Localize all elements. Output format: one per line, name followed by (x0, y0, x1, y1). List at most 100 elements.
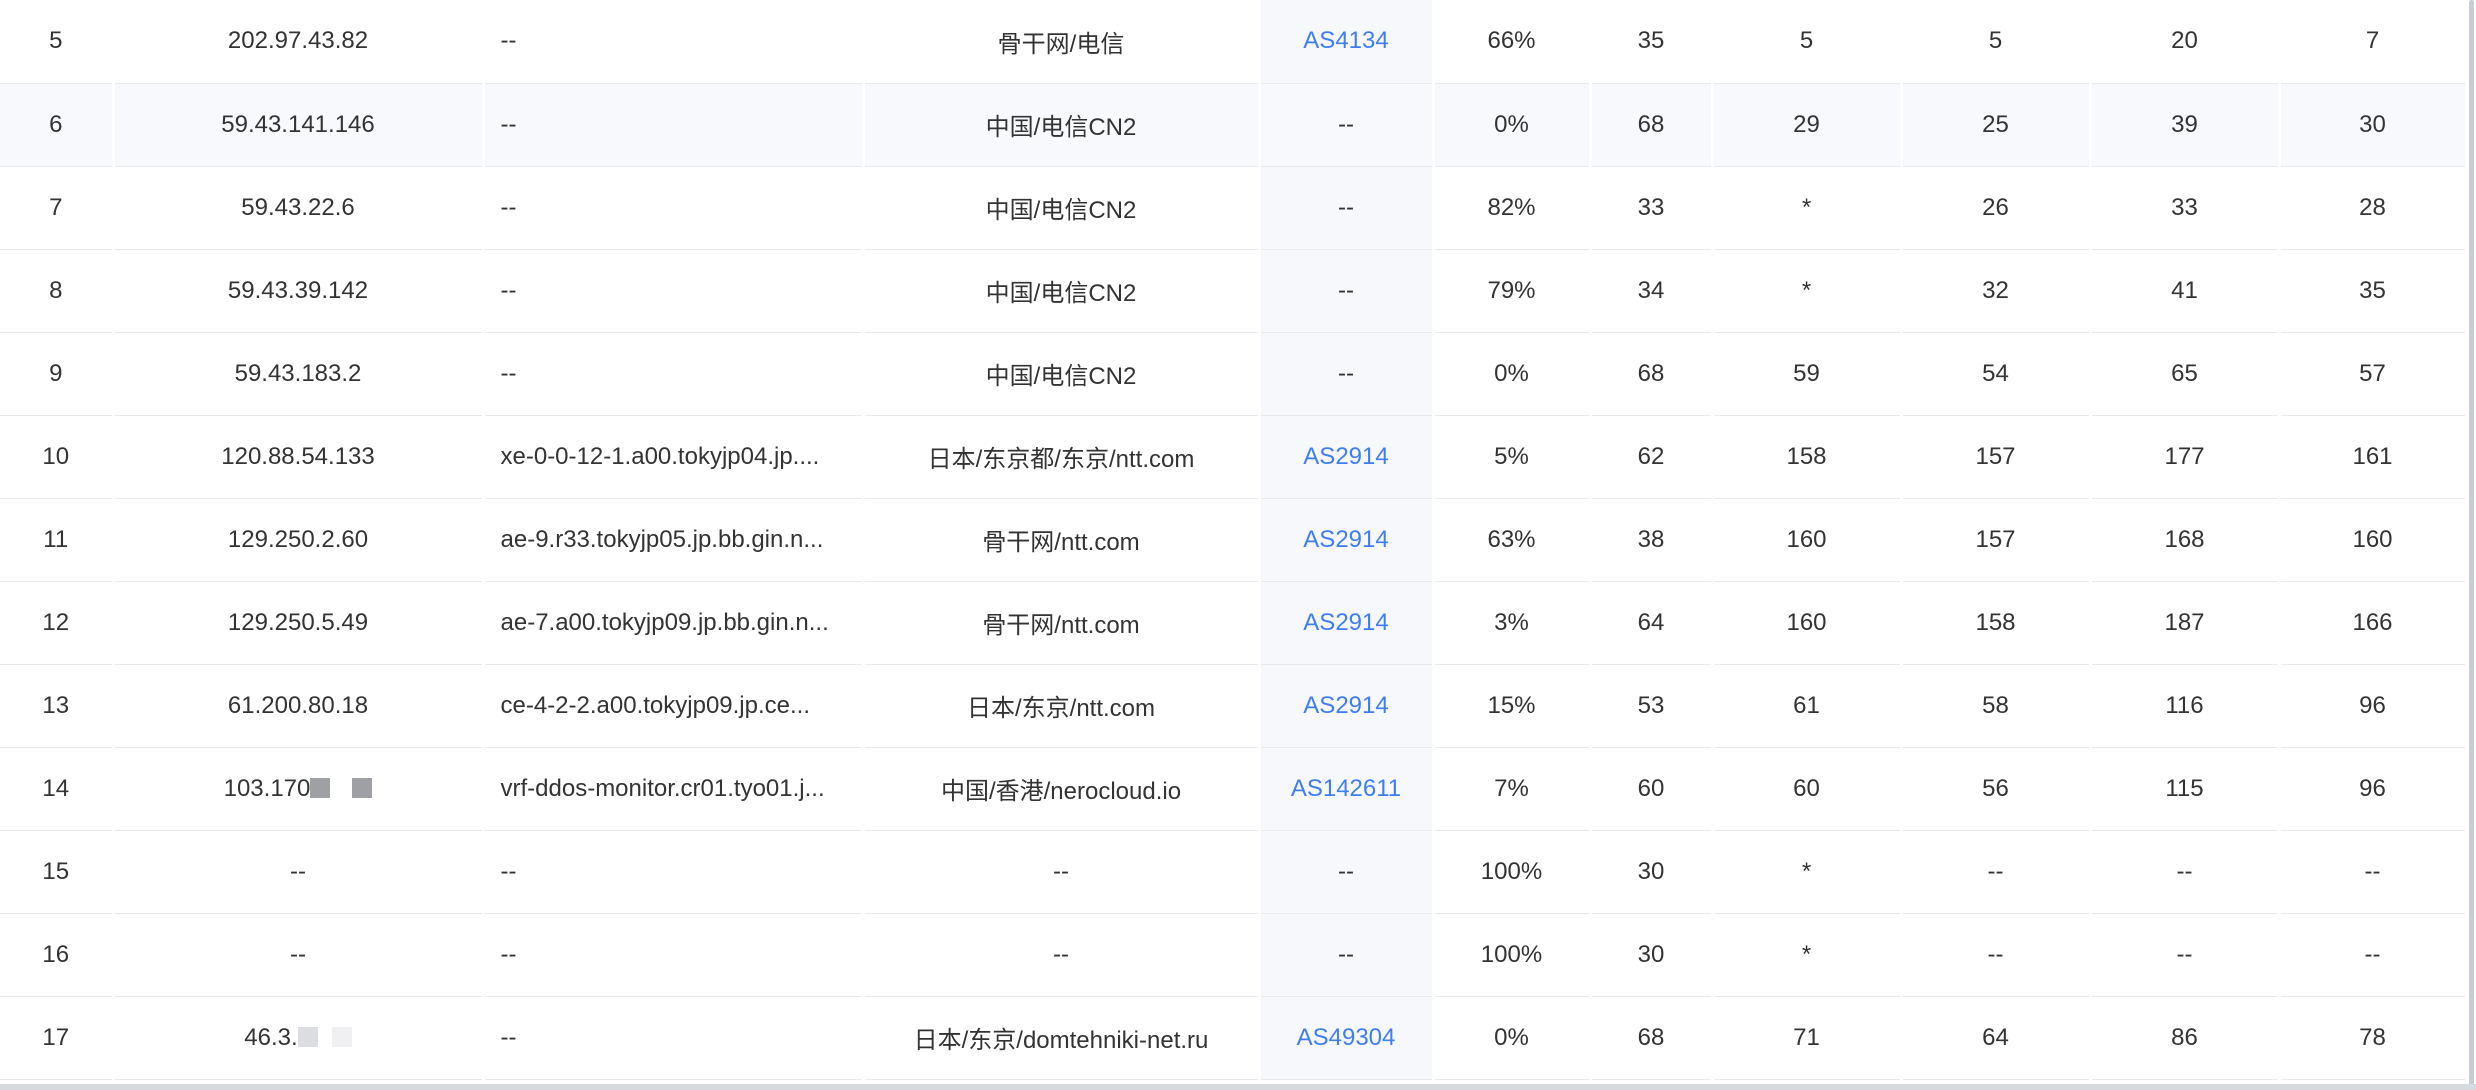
ip-address-cell: 59.43.22.6 (113, 166, 485, 250)
hop-number-cell: 14 (0, 747, 115, 831)
latency-avg-text: 57 (2359, 359, 2386, 387)
ip-address-cell: 46.3. (113, 996, 485, 1080)
loss-rate-cell: 5% (1433, 415, 1592, 499)
sent-count-text: 68 (1637, 1023, 1665, 1051)
latency-avg-text: 160 (2352, 525, 2393, 553)
table-row: 12 129.250.5.49 ae-7.a00.tokyjp09.jp.bb.gi… (0, 581, 2468, 665)
hop-number-text: 13 (42, 691, 70, 719)
location-cell: 中国/电信CN2 (863, 332, 1261, 416)
sent-count-text: 38 (1637, 525, 1665, 553)
hostname-cell: ae-7.a00.tokyjp09.jp.bb.gin.n... (483, 581, 865, 665)
sent-count-text: 68 (1637, 110, 1665, 138)
ip-address-cell: 129.250.5.49 (113, 581, 485, 665)
latency-best-text: 5 (1988, 27, 2003, 55)
asn-link[interactable]: AS4134 (1303, 27, 1388, 54)
asn-text: -- (1338, 276, 1354, 304)
ip-address-cell: 59.43.39.142 (113, 249, 485, 333)
latency-worst-cell: -- (2090, 913, 2281, 997)
location-text: 骨干网/ntt.com (982, 529, 1140, 556)
loss-rate-text: 79% (1487, 276, 1536, 304)
latency-avg-text: 166 (2352, 608, 2393, 636)
latency-best-cell: -- (1901, 830, 2092, 914)
latency-avg-text: 161 (2352, 442, 2393, 470)
loss-rate-text: 15% (1487, 691, 1536, 719)
latency-worst-cell: 41 (2090, 249, 2281, 333)
hostname-text: -- (500, 359, 517, 387)
asn-link[interactable]: AS49304 (1297, 1024, 1396, 1051)
vertical-scrollbar[interactable] (2466, 0, 2476, 1090)
latency-best-text: 54 (1982, 359, 2009, 387)
latency-best-text: 56 (1982, 774, 2009, 802)
latency-avg-text: 35 (2359, 276, 2386, 304)
ip-address-cell: 120.88.54.133 (113, 415, 485, 499)
asn-link[interactable]: AS142611 (1291, 775, 1401, 802)
asn-cell: AS2914 (1259, 581, 1435, 665)
ip-address-text: 129.250.5.49 (227, 608, 369, 636)
asn-text: -- (1338, 193, 1354, 221)
hostname-cell: ce-4-2-2.a00.tokyjp09.jp.ce... (483, 664, 865, 748)
latency-best-text: 32 (1982, 276, 2009, 304)
latency-last-text: 29 (1793, 110, 1820, 138)
ip-address-cell: 129.250.2.60 (113, 498, 485, 582)
hop-number-cell: 5 (0, 0, 115, 84)
loss-rate-text: 0% (1494, 1023, 1529, 1051)
latency-worst-text: 177 (2164, 442, 2205, 470)
ip-address-text: 59.43.141.146 (221, 110, 375, 138)
hop-number-cell: 9 (0, 332, 115, 416)
redaction-mask (297, 1026, 318, 1047)
table-row: 5 202.97.43.82 -- 骨干网/电信 AS4134 66% 35 5 5 20 7 (0, 0, 2468, 84)
latency-worst-text: 116 (2165, 691, 2204, 719)
asn-link[interactable]: AS2914 (1303, 443, 1388, 470)
location-cell: 骨干网/电信 (863, 0, 1261, 84)
asn-cell: -- (1259, 249, 1435, 333)
hostname-cell: xe-0-0-12-1.a00.tokyjp04.jp.... (483, 415, 865, 499)
table-row: 15 -- -- -- -- 100% 30 * -- -- -- (0, 830, 2468, 914)
latency-last-cell: * (1712, 249, 1903, 333)
latency-worst-text: 33 (2171, 193, 2198, 221)
ip-address-cell: 59.43.183.2 (113, 332, 485, 416)
latency-worst-cell: 187 (2090, 581, 2281, 665)
location-cell: -- (863, 913, 1261, 997)
latency-last-cell: 61 (1712, 664, 1903, 748)
table-row: 16 -- -- -- -- 100% 30 * -- -- -- (0, 913, 2468, 997)
asn-link[interactable]: AS2914 (1303, 609, 1388, 636)
latency-last-cell: 160 (1712, 498, 1903, 582)
hostname-text: ae-9.r33.tokyjp05.jp.bb.gin.n... (500, 525, 824, 553)
location-text: -- (1053, 940, 1069, 968)
loss-rate-text: 100% (1480, 940, 1543, 968)
asn-cell: -- (1259, 332, 1435, 416)
sent-count-cell: 35 (1590, 0, 1714, 84)
hop-number-cell: 13 (0, 664, 115, 748)
sent-count-text: 60 (1637, 774, 1665, 802)
table-row: 7 59.43.22.6 -- 中国/电信CN2 -- 82% 33 * 26 33 28 (0, 166, 2468, 250)
sent-count-text: 35 (1637, 27, 1665, 55)
scrollbar-thumb[interactable] (2469, 0, 2474, 1090)
latency-worst-cell: 168 (2090, 498, 2281, 582)
location-text: 日本/东京/domtehniki-net.ru (913, 1027, 1209, 1054)
latency-last-cell: 158 (1712, 415, 1903, 499)
latency-best-cell: 25 (1901, 83, 2092, 167)
latency-worst-cell: 20 (2090, 0, 2281, 84)
sent-count-cell: 68 (1590, 996, 1714, 1080)
sent-count-cell: 30 (1590, 830, 1714, 914)
asn-link[interactable]: AS2914 (1303, 526, 1388, 553)
asn-cell: AS49304 (1259, 996, 1435, 1080)
sent-count-cell: 68 (1590, 83, 1714, 167)
hop-number-text: 16 (42, 940, 70, 968)
latency-worst-text: -- (2176, 857, 2193, 885)
asn-link[interactable]: AS2914 (1303, 692, 1388, 719)
latency-worst-cell: 116 (2090, 664, 2281, 748)
hostname-text: xe-0-0-12-1.a00.tokyjp04.jp.... (500, 442, 820, 470)
sent-count-cell: 64 (1590, 581, 1714, 665)
hop-number-cell: 15 (0, 830, 115, 914)
latency-worst-text: 187 (2164, 608, 2205, 636)
latency-last-text: 60 (1793, 774, 1820, 802)
hostname-cell: -- (483, 332, 865, 416)
latency-avg-text: 7 (2365, 27, 2380, 55)
hop-number-text: 9 (49, 359, 63, 387)
loss-rate-cell: 100% (1433, 830, 1592, 914)
hostname-cell: vrf-ddos-monitor.cr01.tyo01.j... (483, 747, 865, 831)
sent-count-cell: 68 (1590, 332, 1714, 416)
asn-text: -- (1338, 359, 1354, 387)
latency-worst-text: 65 (2171, 359, 2198, 387)
